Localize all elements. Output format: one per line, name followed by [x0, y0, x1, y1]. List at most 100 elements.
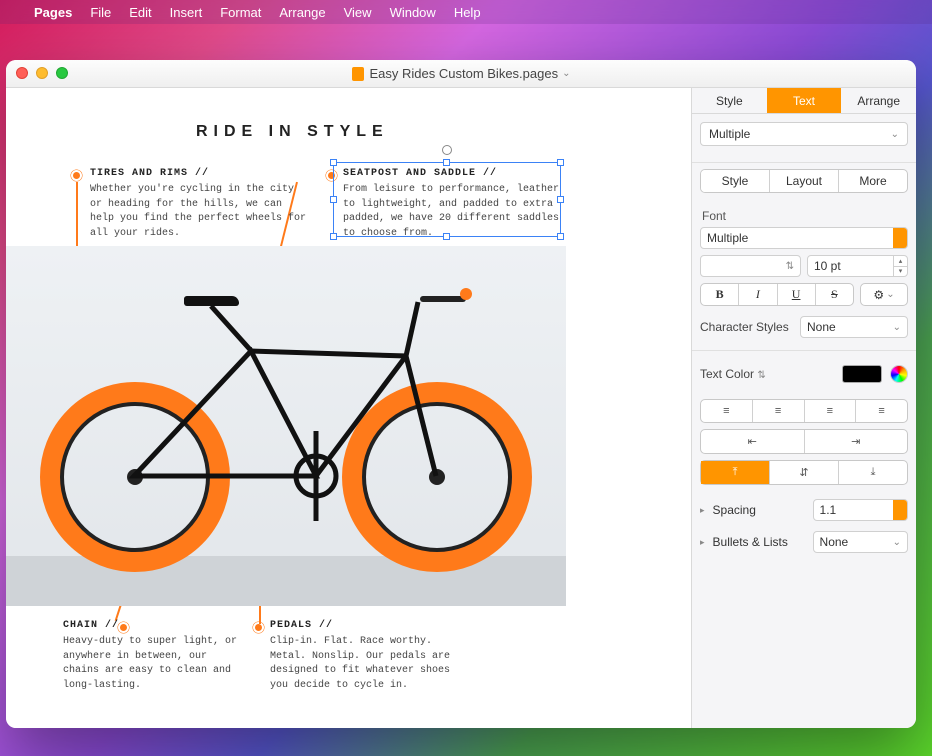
text-subtabs: Style Layout More: [700, 169, 908, 193]
menu-view[interactable]: View: [344, 5, 372, 20]
document-proxy-icon[interactable]: [352, 67, 364, 81]
callout-title: PEDALS //: [270, 620, 470, 631]
valign-top-button[interactable]: ⤒: [701, 461, 769, 484]
app-menu[interactable]: Pages: [34, 5, 72, 20]
gear-icon: ⚙: [873, 288, 884, 302]
bullets-select[interactable]: None ⌄: [813, 531, 908, 553]
select-stepper[interactable]: [893, 228, 907, 248]
menu-format[interactable]: Format: [220, 5, 261, 20]
disclosure-triangle-icon[interactable]: ▸: [700, 505, 705, 516]
char-styles-select[interactable]: None ⌄: [800, 316, 908, 338]
underline-button[interactable]: U: [777, 284, 815, 305]
advanced-font-button[interactable]: ⚙⌄: [860, 283, 908, 306]
chevron-down-icon[interactable]: ⌄: [562, 68, 570, 79]
char-styles-value: None: [807, 320, 836, 334]
select-stepper[interactable]: [893, 500, 907, 520]
inspector-tabs: Style Text Arrange: [692, 88, 916, 114]
text-color-swatch[interactable]: [842, 365, 882, 383]
font-family-value: Multiple: [707, 231, 748, 245]
document-canvas[interactable]: RIDE IN STYLE TIRES AND RIMS // Whether …: [6, 88, 691, 728]
zoom-button[interactable]: [56, 67, 68, 79]
align-left-button[interactable]: ≡: [701, 400, 752, 422]
color-picker-button[interactable]: [890, 365, 908, 383]
menu-insert[interactable]: Insert: [170, 5, 203, 20]
page-heading[interactable]: RIDE IN STYLE: [196, 123, 389, 141]
paragraph-style-select[interactable]: Multiple ⌄: [700, 122, 908, 146]
format-inspector: Style Text Arrange Multiple ⌄ Style Layo…: [691, 88, 916, 728]
strike-button[interactable]: S: [815, 284, 853, 305]
spacing-value: 1.1: [820, 503, 837, 517]
indent-button[interactable]: ⇥: [804, 430, 908, 453]
align-center-button[interactable]: ≡: [752, 400, 804, 422]
window-controls: [16, 67, 68, 79]
italic-button[interactable]: I: [738, 284, 776, 305]
valign-bottom-button[interactable]: ⤓: [838, 461, 907, 484]
chevron-down-icon: ⌄: [886, 289, 894, 300]
text-color-label: Text Color ⇅: [700, 367, 834, 381]
callout-tires[interactable]: TIRES AND RIMS // Whether you're cycling…: [90, 168, 310, 241]
resize-handle-nw[interactable]: [330, 159, 337, 166]
callout-title: CHAIN //: [63, 620, 243, 631]
outdent-button[interactable]: ⇤: [701, 430, 804, 453]
subtab-layout[interactable]: Layout: [769, 170, 838, 192]
callout-chain[interactable]: CHAIN // Heavy-duty to super light, or a…: [63, 620, 243, 693]
callout-body: Heavy-duty to super light, or anywhere i…: [63, 635, 243, 693]
saddle: [184, 296, 239, 306]
updown-icon: ⇅: [786, 261, 794, 272]
align-justify-button[interactable]: ≡: [855, 400, 907, 422]
resize-handle-se[interactable]: [557, 233, 564, 240]
subtab-more[interactable]: More: [838, 170, 907, 192]
bullets-value: None: [820, 535, 849, 549]
font-family-select[interactable]: Multiple: [700, 227, 908, 249]
minimize-button[interactable]: [36, 67, 48, 79]
font-size-field[interactable]: 10 pt ▴▾: [807, 255, 908, 277]
resize-handle-w[interactable]: [330, 196, 337, 203]
size-step-down[interactable]: ▾: [894, 266, 907, 277]
rotation-handle[interactable]: [442, 145, 452, 155]
tab-text[interactable]: Text: [767, 88, 842, 113]
chevron-down-icon: ⌄: [893, 322, 901, 333]
horizontal-align-group: ≡ ≡ ≡ ≡: [700, 399, 908, 423]
resize-handle-s[interactable]: [443, 233, 450, 240]
callout-body: Whether you're cycling in the city or he…: [90, 183, 310, 241]
subtab-style[interactable]: Style: [701, 170, 769, 192]
font-typeface-select[interactable]: ⇅: [700, 255, 801, 277]
menu-arrange[interactable]: Arrange: [279, 5, 325, 20]
menu-help[interactable]: Help: [454, 5, 481, 20]
bullets-label: Bullets & Lists: [713, 535, 805, 549]
resize-handle-n[interactable]: [443, 159, 450, 166]
menu-file[interactable]: File: [90, 5, 111, 20]
disclosure-triangle-icon[interactable]: ▸: [700, 537, 705, 548]
handlebar-grip: [460, 288, 472, 300]
resize-handle-sw[interactable]: [330, 233, 337, 240]
close-button[interactable]: [16, 67, 28, 79]
bike-image[interactable]: [6, 246, 566, 606]
menu-edit[interactable]: Edit: [129, 5, 151, 20]
selection-box[interactable]: [333, 162, 561, 237]
handlebar: [420, 296, 466, 302]
valign-middle-button[interactable]: ⇵: [769, 461, 838, 484]
menubar: Pages File Edit Insert Format Arrange Vi…: [0, 0, 932, 24]
callout-dot-tires: [71, 170, 82, 181]
bold-button[interactable]: B: [701, 284, 738, 305]
font-size-value: 10 pt: [814, 259, 841, 273]
spacing-label: Spacing: [713, 503, 805, 517]
font-label: Font: [702, 209, 906, 223]
tab-arrange[interactable]: Arrange: [841, 88, 916, 113]
char-styles-label: Character Styles: [700, 320, 792, 334]
resize-handle-ne[interactable]: [557, 159, 564, 166]
align-right-button[interactable]: ≡: [804, 400, 856, 422]
callout-pedals[interactable]: PEDALS // Clip-in. Flat. Race worthy. Me…: [270, 620, 470, 693]
updown-icon: ⇅: [757, 370, 765, 381]
callout-body: Clip-in. Flat. Race worthy. Metal. Nonsl…: [270, 635, 470, 693]
titlebar[interactable]: Easy Rides Custom Bikes.pages ⌄: [6, 60, 916, 88]
resize-handle-e[interactable]: [557, 196, 564, 203]
document-title[interactable]: Easy Rides Custom Bikes.pages: [370, 66, 559, 81]
spacing-select[interactable]: 1.1: [813, 499, 908, 521]
menu-window[interactable]: Window: [390, 5, 436, 20]
vertical-align-group: ⤒ ⇵ ⤓: [700, 460, 908, 485]
size-step-up[interactable]: ▴: [894, 256, 907, 266]
bike-frame: [6, 246, 566, 606]
tab-style[interactable]: Style: [692, 88, 767, 113]
chevron-down-icon: ⌄: [893, 537, 901, 548]
